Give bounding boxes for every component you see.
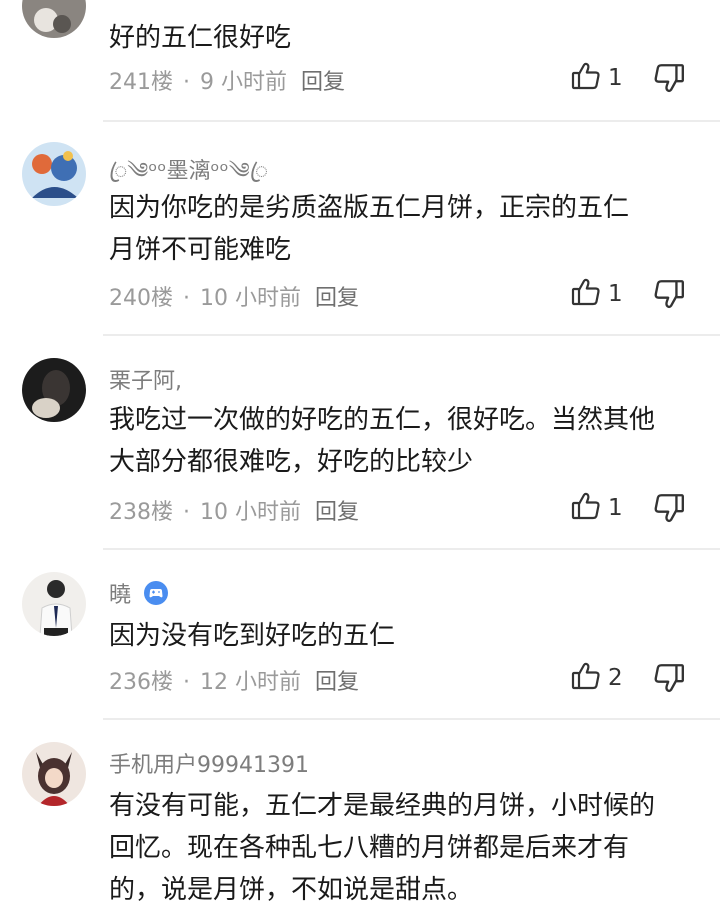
floor-number: 238楼 <box>109 500 173 525</box>
comment-meta: 240楼 · 10 小时前 回复 <box>109 280 359 312</box>
divider <box>103 120 720 122</box>
username-text: 曉 <box>109 583 132 608</box>
thumbs-up-icon <box>570 60 602 96</box>
avatar[interactable] <box>22 572 86 636</box>
thumbs-up-icon <box>570 276 602 312</box>
thumbs-down-icon <box>652 664 686 699</box>
like-count: 1 <box>608 281 623 307</box>
avatar[interactable] <box>22 142 86 206</box>
floor-number: 241楼 <box>109 70 173 95</box>
comment-text: 因为没有吃到好吃的五仁 <box>109 621 396 651</box>
divider <box>103 548 720 550</box>
meta-separator: · <box>183 500 190 525</box>
dislike-button[interactable] <box>652 277 686 315</box>
game-controller-badge-icon <box>144 581 169 611</box>
thumbs-down-icon <box>652 280 686 315</box>
like-count: 2 <box>608 665 623 691</box>
username[interactable]: 手机用户99941391 <box>109 747 309 779</box>
thumbs-up-icon <box>570 660 602 696</box>
avatar[interactable] <box>22 742 86 806</box>
timestamp: 12 小时前 <box>200 670 301 695</box>
timestamp: 10 小时前 <box>200 286 301 311</box>
reply-button[interactable]: 回复 <box>315 280 359 312</box>
like-button[interactable]: 1 <box>570 491 628 525</box>
username[interactable]: 栗子阿, <box>109 363 182 395</box>
like-button[interactable]: 1 <box>570 61 628 95</box>
like-count: 1 <box>608 495 623 521</box>
like-button[interactable]: 1 <box>570 277 628 311</box>
thumbs-up-icon <box>570 490 602 526</box>
like-count: 1 <box>608 65 623 91</box>
comment-meta: 238楼 · 10 小时前 回复 <box>109 494 359 526</box>
comment-text: 有没有可能，五仁才是最经典的月饼，小时候的 回忆。现在各种乱七八糟的月饼都是后来… <box>109 791 656 905</box>
username[interactable]: 曉 <box>109 577 169 611</box>
floor-number: 240楼 <box>109 286 173 311</box>
timestamp: 9 小时前 <box>200 70 287 95</box>
comment-meta: 241楼 · 9 小时前 回复 <box>109 64 345 96</box>
comment-meta: 236楼 · 12 小时前 回复 <box>109 664 359 696</box>
reply-button[interactable]: 回复 <box>315 664 359 696</box>
divider <box>103 334 720 336</box>
thumbs-down-icon <box>652 64 686 99</box>
avatar[interactable] <box>22 358 86 422</box>
like-button[interactable]: 2 <box>570 661 628 695</box>
meta-separator: · <box>183 70 190 95</box>
comment-text: 因为你吃的是劣质盗版五仁月饼，正宗的五仁 月饼不可能难吃 <box>109 193 630 265</box>
reply-button[interactable]: 回复 <box>315 494 359 526</box>
dislike-button[interactable] <box>652 61 686 99</box>
meta-separator: · <box>183 286 190 311</box>
reply-button[interactable]: 回复 <box>301 64 345 96</box>
timestamp: 10 小时前 <box>200 500 301 525</box>
meta-separator: · <box>183 670 190 695</box>
floor-number: 236楼 <box>109 670 173 695</box>
thumbs-down-icon <box>652 494 686 529</box>
comment-text: 我吃过一次做的好吃的五仁，很好吃。当然其他 大部分都很难吃，好吃的比较少 <box>109 405 656 477</box>
divider <box>103 718 720 720</box>
comment-text: 好的五仁很好吃 <box>109 23 292 53</box>
avatar[interactable] <box>22 0 86 38</box>
dislike-button[interactable] <box>652 491 686 529</box>
dislike-button[interactable] <box>652 661 686 699</box>
